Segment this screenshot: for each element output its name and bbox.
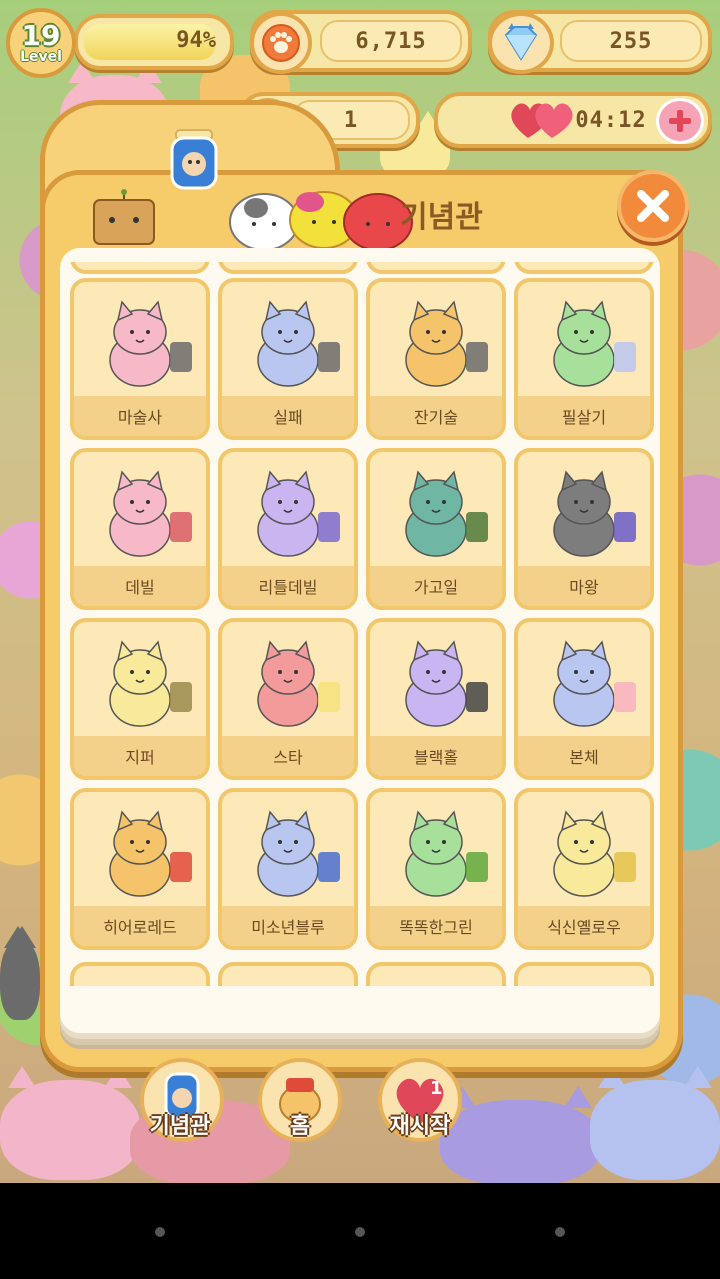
level-word: Level: [20, 49, 62, 65]
collection-card[interactable]: 블랙홀: [366, 618, 506, 780]
special-move-cats-icon: [518, 282, 650, 400]
collection-card[interactable]: 리틀데빌: [218, 448, 358, 610]
close-icon: [637, 190, 669, 222]
hero-red-cat-icon: [74, 792, 206, 910]
collection-card[interactable]: 마왕: [514, 448, 654, 610]
gem-value: 255: [560, 20, 702, 62]
partial-card: [514, 262, 654, 274]
collection-card-label: 잔기술: [370, 396, 502, 436]
system-recents-button[interactable]: [555, 1227, 565, 1237]
star-cat-icon: [222, 622, 354, 740]
partial-card: [514, 962, 654, 986]
partial-card: [218, 962, 358, 986]
hamster-jar-icon: [168, 128, 220, 192]
panel-title: 기념관: [400, 200, 483, 235]
background-cat-pink-bottom: [0, 1066, 140, 1180]
collection-card-label: 지퍼: [74, 736, 206, 776]
partial-card: [218, 262, 358, 274]
failed-trick-cat-icon: [222, 282, 354, 400]
heart-timer: 04:12: [575, 107, 647, 133]
exp-percent: 94%: [176, 28, 216, 53]
level-badge: 19 Level: [6, 8, 76, 78]
pretty-boy-blue-cat-icon: [222, 792, 354, 910]
glutton-yellow-cat-icon: [518, 792, 650, 910]
collection-card-label: 마왕: [518, 566, 650, 606]
collection-card-label: 히어로레드: [74, 906, 206, 946]
collection-card-label: 마술사: [74, 396, 206, 436]
collection-card[interactable]: 똑똑한그린: [366, 788, 506, 950]
collection-card[interactable]: 스타: [218, 618, 358, 780]
coin-value: 6,715: [320, 20, 462, 62]
home-nav-label[interactable]: 홈: [240, 1108, 360, 1140]
trick-cat-icon: [370, 282, 502, 400]
collection-card-label: 필살기: [518, 396, 650, 436]
background-cat-gray-left: [0, 926, 40, 1020]
background-cat-blue-bottom: [590, 1066, 720, 1180]
collection-card[interactable]: 식신옐로우: [514, 788, 654, 950]
collection-card-label: 리틀데빌: [222, 566, 354, 606]
restart-nav-label[interactable]: 재시작: [360, 1108, 480, 1140]
robot-cat-icon: [88, 188, 160, 248]
collection-card-label: 미소년블루: [222, 906, 354, 946]
true-form-cat-icon: [518, 622, 650, 740]
close-button[interactable]: [617, 170, 689, 242]
gem-icon: [488, 12, 554, 74]
partial-card: [366, 262, 506, 274]
partial-card: [70, 962, 210, 986]
memorial-nav-label[interactable]: 기념관: [120, 1108, 240, 1140]
collection-card-label: 식신옐로우: [518, 906, 650, 946]
collection-card[interactable]: 마술사: [70, 278, 210, 440]
smart-green-cat-icon: [370, 792, 502, 910]
collection-card-label: 본체: [518, 736, 650, 776]
devil-cat-icon: [74, 452, 206, 570]
collection-card-label: 실패: [222, 396, 354, 436]
gargoyle-cat-icon: [370, 452, 502, 570]
system-back-button[interactable]: [155, 1227, 165, 1237]
collection-card-label: 스타: [222, 736, 354, 776]
collection-card[interactable]: 실패: [218, 278, 358, 440]
collection-card[interactable]: 데빌: [70, 448, 210, 610]
restart-heart-cost: 1: [430, 1078, 443, 1099]
collection-card[interactable]: 필살기: [514, 278, 654, 440]
collection-card[interactable]: 잔기술: [366, 278, 506, 440]
hearts-icon: [508, 98, 578, 142]
collection-card[interactable]: 미소년블루: [218, 788, 358, 950]
cat-trio-icon: [228, 182, 418, 252]
collection-card[interactable]: 가고일: [366, 448, 506, 610]
demon-king-cat-icon: [518, 452, 650, 570]
collection-card[interactable]: 본체: [514, 618, 654, 780]
paw-coin-icon: [250, 12, 312, 74]
exp-bar: 94%: [74, 14, 234, 70]
magician-cat-icon: [74, 282, 206, 400]
zipper-cat-icon: [74, 622, 206, 740]
little-devil-cat-icon: [222, 452, 354, 570]
collection-card[interactable]: 지퍼: [70, 618, 210, 780]
collection-card-label: 가고일: [370, 566, 502, 606]
collection-grid[interactable]: 마술사 실패 잔기술 필살기데빌 리틀데빌 가고일 마왕지퍼 스타 블랙홀 본체히어로레드 미소년블…: [62, 262, 658, 986]
add-hearts-button[interactable]: [656, 98, 704, 144]
level-number: 19: [21, 19, 61, 52]
collection-card-label: 블랙홀: [370, 736, 502, 776]
partial-card: [366, 962, 506, 986]
system-home-button[interactable]: [355, 1227, 365, 1237]
collection-card[interactable]: 히어로레드: [70, 788, 210, 950]
collection-card-label: 똑똑한그린: [370, 906, 502, 946]
partial-card: [70, 262, 210, 274]
collection-card-label: 데빌: [74, 566, 206, 606]
black-hole-cat-icon: [370, 622, 502, 740]
plus-icon: [669, 110, 691, 132]
